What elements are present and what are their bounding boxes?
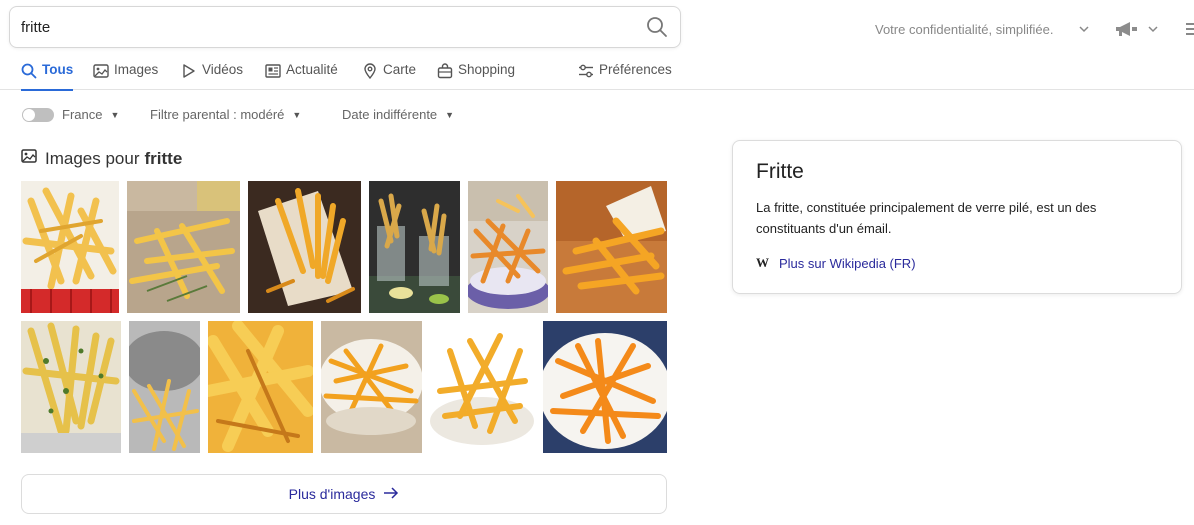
news-icon (265, 63, 281, 79)
image-thumbnail[interactable] (129, 321, 200, 453)
image-thumbnail[interactable] (556, 181, 667, 313)
menu-icon[interactable] (1186, 22, 1194, 36)
image-thumbnail[interactable] (369, 181, 460, 313)
more-images-label: Plus d'images (288, 486, 376, 502)
image-thumbnail[interactable] (543, 321, 667, 453)
search-input[interactable] (21, 7, 621, 47)
tab-news[interactable]: Actualité (265, 58, 338, 90)
knowledge-panel: Fritte La fritte, constituée principalem… (732, 140, 1182, 294)
megaphone-icon[interactable] (1114, 21, 1140, 42)
knowledge-panel-description: La fritte, constituée principalement de … (756, 200, 1097, 236)
shopping-bag-icon (437, 63, 453, 79)
images-heading-query: fritte (144, 148, 183, 168)
tab-label: Actualité (286, 62, 338, 77)
chevron-down-icon[interactable] (1078, 22, 1090, 40)
caret-down-icon: ▼ (292, 110, 302, 120)
arrow-right-icon (375, 486, 399, 502)
image-thumbnail[interactable] (21, 321, 121, 453)
image-thumbnail[interactable] (248, 181, 361, 313)
tab-videos[interactable]: Vidéos (181, 58, 243, 90)
image-icon (93, 63, 109, 79)
image-thumbnail[interactable] (208, 321, 313, 453)
tab-all[interactable]: Tous (21, 58, 74, 91)
caret-down-icon: ▼ (110, 110, 120, 120)
images-heading[interactable]: Images pour fritte (21, 148, 182, 169)
images-heading-prefix: Images pour (45, 148, 140, 168)
tab-label: Préférences (599, 62, 672, 77)
caret-down-icon: ▼ (445, 110, 455, 120)
search-icon (21, 63, 37, 79)
chevron-down-icon[interactable] (1147, 22, 1159, 40)
date-label: Date indifférente (342, 107, 438, 122)
tab-label: Vidéos (202, 62, 244, 77)
play-icon (181, 63, 197, 79)
tab-shopping[interactable]: Shopping (437, 58, 515, 90)
image-thumbnail[interactable] (468, 181, 548, 313)
tab-label: Tous (42, 62, 74, 77)
safe-search-label: Filtre parental : modéré (150, 107, 285, 122)
wikipedia-link-label: Plus sur Wikipedia (FR) (779, 255, 916, 271)
nav-bar: Tous Images Vidéos Actualité Carte Shopp… (0, 58, 1194, 91)
privacy-link[interactable]: Votre confidentialité, simplifiée. (875, 22, 1053, 37)
tab-images[interactable]: Images (93, 58, 158, 90)
region-label: France (62, 107, 103, 122)
wikipedia-link[interactable]: W Plus sur Wikipedia (FR) (756, 255, 916, 271)
sliders-icon (578, 63, 594, 79)
region-filter[interactable]: France ▼ (62, 107, 119, 122)
tab-preferences[interactable]: Préférences (578, 58, 672, 90)
tab-label: Carte (383, 62, 417, 77)
image-thumbnail[interactable] (321, 321, 422, 453)
search-box (9, 6, 681, 48)
tab-label: Images (114, 62, 159, 77)
image-icon (21, 148, 37, 169)
date-filter[interactable]: Date indifférente ▼ (342, 107, 454, 122)
map-pin-icon (362, 63, 378, 80)
tab-map[interactable]: Carte (362, 58, 416, 90)
image-thumbnail[interactable] (127, 181, 240, 313)
region-toggle[interactable] (22, 108, 54, 122)
more-images-button[interactable]: Plus d'images (21, 474, 667, 514)
wikipedia-icon: W (756, 255, 769, 270)
knowledge-panel-title: Fritte (756, 160, 804, 183)
image-thumbnail[interactable] (21, 181, 119, 313)
tab-label: Shopping (458, 62, 516, 77)
image-thumbnail[interactable] (430, 321, 535, 453)
safe-search-filter[interactable]: Filtre parental : modéré ▼ (150, 107, 301, 122)
search-icon[interactable] (646, 16, 668, 38)
